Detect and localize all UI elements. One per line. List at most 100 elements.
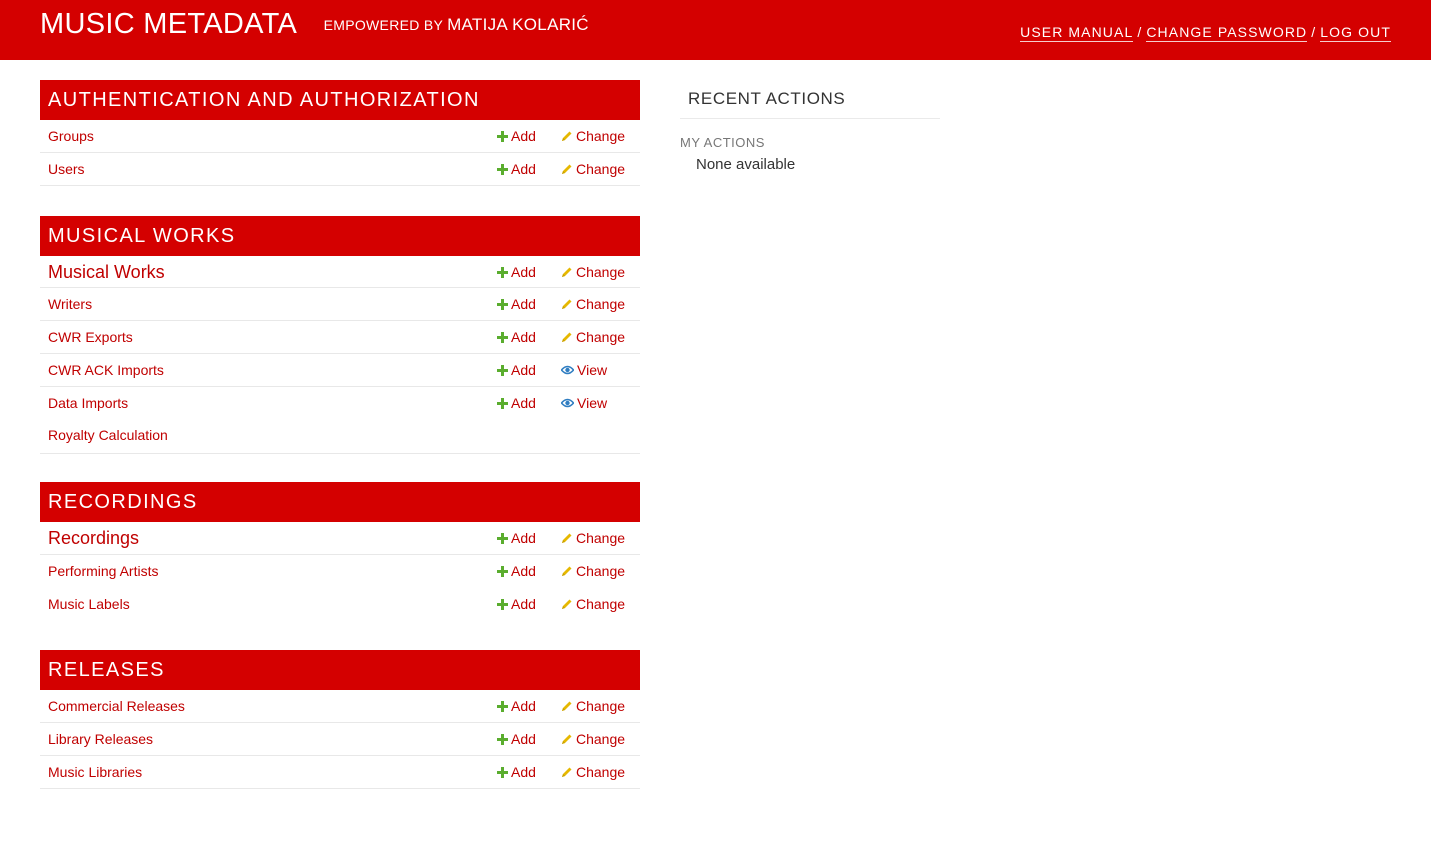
view-label: View xyxy=(577,362,608,378)
module-musical-works: MUSICAL WORKS Musical Works Add Change W… xyxy=(40,216,640,454)
powered-prefix: EMPOWERED BY xyxy=(323,17,443,33)
plus-icon xyxy=(497,365,508,376)
add-link[interactable]: Add xyxy=(497,555,536,587)
eye-icon xyxy=(561,365,574,375)
model-link[interactable]: Data Imports xyxy=(48,387,128,419)
pencil-icon xyxy=(562,566,572,576)
add-link[interactable]: Add xyxy=(497,387,536,419)
change-link[interactable]: Change xyxy=(561,756,625,788)
site-name-link[interactable]: MUSIC METADATA xyxy=(40,8,297,41)
module-caption[interactable]: MUSICAL WORKS xyxy=(40,216,640,256)
plus-icon xyxy=(497,566,508,577)
model-link[interactable]: Library Releases xyxy=(48,723,153,755)
change-link[interactable]: Change xyxy=(561,723,625,755)
add-label: Add xyxy=(511,128,536,144)
module-releases: RELEASES Commercial Releases Add Change … xyxy=(40,650,640,789)
site-header: MUSIC METADATA EMPOWERED BY MATIJA KOLAR… xyxy=(0,0,1431,60)
model-row-musical-works: Musical Works Add Change xyxy=(40,256,640,288)
add-link[interactable]: Add xyxy=(497,723,536,755)
module-auth: AUTHENTICATION AND AUTHORIZATION Groups … xyxy=(40,80,640,186)
change-link[interactable]: Change xyxy=(561,522,625,554)
add-link[interactable]: Add xyxy=(497,354,536,386)
add-label: Add xyxy=(511,329,536,345)
change-link[interactable]: Change xyxy=(561,588,625,620)
model-link[interactable]: Recordings xyxy=(48,522,139,554)
view-label: View xyxy=(577,395,608,411)
change-label: Change xyxy=(576,563,626,579)
plus-icon xyxy=(497,131,508,142)
model-link[interactable]: CWR ACK Imports xyxy=(48,354,164,386)
model-row-commercial-releases: Commercial Releases Add Change xyxy=(40,690,640,723)
recent-actions-title: RECENT ACTIONS xyxy=(680,80,940,119)
change-label: Change xyxy=(576,161,626,177)
model-link[interactable]: Music Labels xyxy=(48,588,130,620)
view-link[interactable]: View xyxy=(561,354,607,386)
plus-icon xyxy=(497,267,508,278)
pencil-icon xyxy=(562,299,572,309)
model-row-cwr-ack-imports: CWR ACK Imports Add View xyxy=(40,354,640,387)
model-link[interactable]: Music Libraries xyxy=(48,756,142,788)
add-link[interactable]: Add xyxy=(497,522,536,554)
model-link[interactable]: Groups xyxy=(48,120,94,152)
change-label: Change xyxy=(576,264,626,280)
plus-icon xyxy=(497,299,508,310)
add-link[interactable]: Add xyxy=(497,321,536,353)
model-row-library-releases: Library Releases Add Change xyxy=(40,723,640,756)
user-manual-link[interactable]: USER MANUAL xyxy=(1020,24,1134,42)
pencil-icon xyxy=(562,701,572,711)
add-link[interactable]: Add xyxy=(497,756,536,788)
module-caption[interactable]: AUTHENTICATION AND AUTHORIZATION xyxy=(40,80,640,120)
change-label: Change xyxy=(576,128,626,144)
change-link[interactable]: Change xyxy=(561,690,625,722)
pencil-icon xyxy=(562,131,572,141)
add-label: Add xyxy=(511,596,536,612)
change-label: Change xyxy=(576,698,626,714)
model-link[interactable]: Writers xyxy=(48,288,92,320)
model-row-music-labels: Music Labels Add Change xyxy=(40,588,640,620)
model-link[interactable]: Commercial Releases xyxy=(48,690,185,722)
module-caption[interactable]: RELEASES xyxy=(40,650,640,690)
model-link[interactable]: CWR Exports xyxy=(48,321,133,353)
model-link[interactable]: Users xyxy=(48,153,85,185)
add-label: Add xyxy=(511,698,536,714)
pencil-icon xyxy=(562,734,572,744)
add-link[interactable]: Add xyxy=(497,690,536,722)
change-link[interactable]: Change xyxy=(561,153,625,185)
model-link[interactable]: Performing Artists xyxy=(48,555,158,587)
change-password-link[interactable]: CHANGE PASSWORD xyxy=(1146,24,1308,42)
add-link[interactable]: Add xyxy=(497,588,536,620)
add-link[interactable]: Add xyxy=(497,288,536,320)
plus-icon xyxy=(497,164,508,175)
model-row-performing-artists: Performing Artists Add Change xyxy=(40,555,640,588)
change-label: Change xyxy=(576,596,626,612)
model-row-users: Users Add Change xyxy=(40,153,640,186)
change-link[interactable]: Change xyxy=(561,288,625,320)
pencil-icon xyxy=(562,767,572,777)
plus-icon xyxy=(497,701,508,712)
change-link[interactable]: Change xyxy=(561,120,625,152)
model-row-royalty-calculation: Royalty Calculation xyxy=(40,419,640,454)
log-out-link[interactable]: LOG OUT xyxy=(1320,24,1391,42)
recent-actions-panel: RECENT ACTIONS MY ACTIONS None available xyxy=(680,80,940,173)
eye-icon xyxy=(561,398,574,408)
add-label: Add xyxy=(511,264,536,280)
model-row-music-libraries: Music Libraries Add Change xyxy=(40,756,640,789)
model-row-groups: Groups Add Change xyxy=(40,120,640,153)
my-actions-heading: MY ACTIONS xyxy=(680,135,765,150)
add-link[interactable]: Add xyxy=(497,120,536,152)
separator: / xyxy=(1311,24,1317,40)
model-link[interactable]: Musical Works xyxy=(48,256,165,288)
view-link[interactable]: View xyxy=(561,387,607,419)
empty-actions-text: None available xyxy=(696,156,796,173)
add-link[interactable]: Add xyxy=(497,256,536,288)
change-link[interactable]: Change xyxy=(561,256,625,288)
module-caption[interactable]: RECORDINGS xyxy=(40,482,640,522)
model-link[interactable]: Royalty Calculation xyxy=(48,419,168,451)
pencil-icon xyxy=(562,599,572,609)
change-label: Change xyxy=(576,731,626,747)
change-link[interactable]: Change xyxy=(561,555,625,587)
add-link[interactable]: Add xyxy=(497,153,536,185)
branding: MUSIC METADATA EMPOWERED BY MATIJA KOLAR… xyxy=(40,8,589,41)
change-label: Change xyxy=(576,296,626,312)
change-link[interactable]: Change xyxy=(561,321,625,353)
